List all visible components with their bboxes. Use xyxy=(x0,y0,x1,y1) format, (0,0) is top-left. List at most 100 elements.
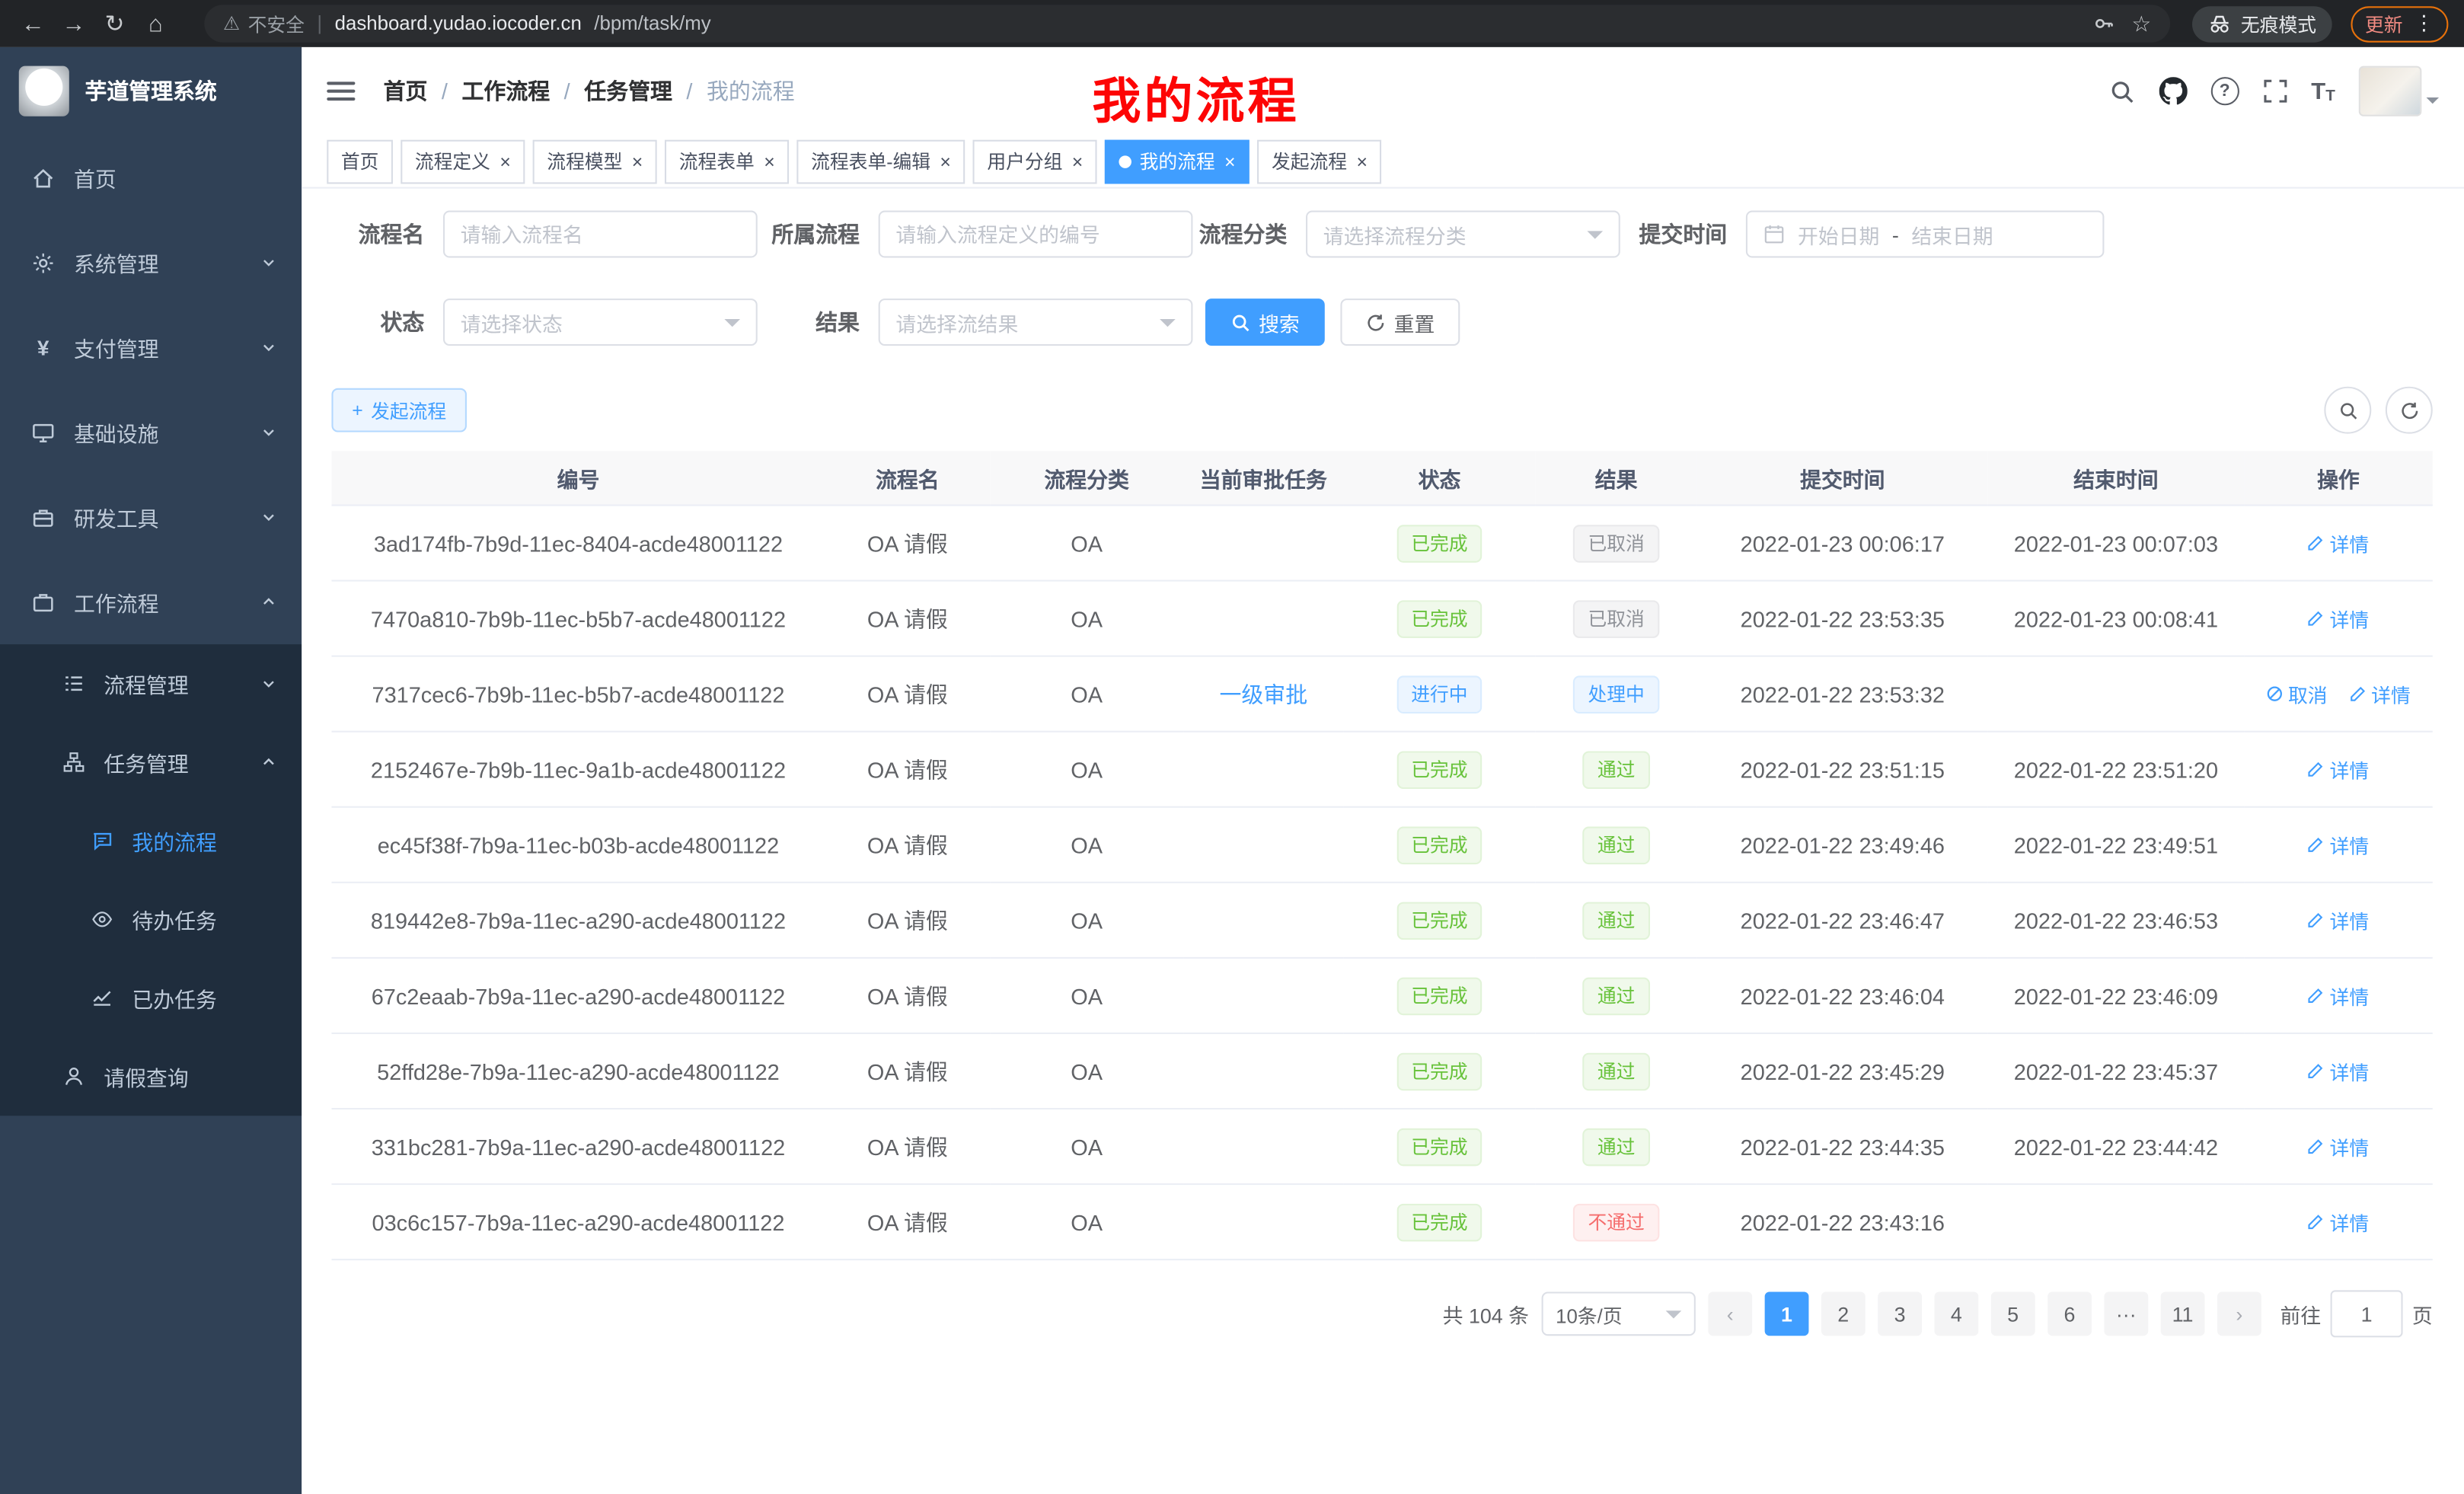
detail-link[interactable]: 详情 xyxy=(2308,981,2370,1010)
table-row: 819442e8-7b9a-11ec-a290-acde48001122 OA … xyxy=(331,883,2432,958)
browser-back-icon[interactable]: ← xyxy=(16,6,50,40)
tab-initiate-process[interactable]: 发起流程× xyxy=(1257,139,1381,184)
detail-link[interactable]: 详情 xyxy=(2308,1207,2370,1237)
key-icon[interactable] xyxy=(2094,13,2116,35)
detail-link[interactable]: 详情 xyxy=(2349,679,2411,709)
address-bar[interactable]: ⚠ 不安全 | dashboard.yudao.iocoder.cn/bpm/t… xyxy=(204,5,2170,43)
cell-id: 2152467e-7b9b-11ec-9a1b-acde48001122 xyxy=(331,732,825,807)
page-title-annotation: 我的流程 xyxy=(1092,61,1299,132)
process-name-input[interactable] xyxy=(443,211,758,258)
process-def-input[interactable] xyxy=(879,211,1193,258)
browser-home-icon[interactable]: ⌂ xyxy=(139,6,173,40)
detail-link[interactable]: 详情 xyxy=(2308,905,2370,935)
cell-end-time: 2022-01-23 00:08:41 xyxy=(1988,581,2244,656)
page-button-5[interactable]: 5 xyxy=(1991,1291,2035,1336)
search-icon[interactable] xyxy=(2108,78,2135,104)
chevron-up-icon xyxy=(261,594,277,610)
user-menu[interactable] xyxy=(2359,66,2439,117)
close-icon[interactable]: × xyxy=(1356,152,1367,171)
sidebar-item-leave-query[interactable]: 请假查询 xyxy=(0,1037,302,1116)
goto-page-input[interactable] xyxy=(2331,1290,2403,1337)
close-icon[interactable]: × xyxy=(632,152,643,171)
cell-category: OA xyxy=(990,732,1183,807)
cancel-link[interactable]: 取消 xyxy=(2266,679,2328,709)
initiate-process-button[interactable]: + 发起流程 xyxy=(331,388,467,433)
sidebar-item-todo-tasks[interactable]: 待办任务 xyxy=(0,880,302,959)
result-badge: 通过 xyxy=(1583,1128,1649,1166)
page-button-3[interactable]: 3 xyxy=(1878,1291,1922,1336)
avatar[interactable] xyxy=(2359,66,2422,117)
cell-result: 已取消 xyxy=(1535,506,1697,581)
close-icon[interactable]: × xyxy=(500,152,510,171)
tab-process-model[interactable]: 流程模型× xyxy=(533,139,657,184)
detail-link[interactable]: 详情 xyxy=(2308,1132,2370,1161)
tab-user-group[interactable]: 用户分组× xyxy=(973,139,1097,184)
category-select[interactable]: 请选择流程分类 xyxy=(1306,211,1620,258)
page-size-select[interactable]: 10条/页 xyxy=(1542,1291,1696,1336)
submit-time-range-picker[interactable]: 开始日期 - 结束日期 xyxy=(1746,211,2105,258)
detail-link[interactable]: 详情 xyxy=(2308,603,2370,633)
page-button-6[interactable]: 6 xyxy=(2047,1291,2092,1336)
breadcrumb-workflow[interactable]: 工作流程 xyxy=(462,75,551,107)
close-icon[interactable]: × xyxy=(940,152,950,171)
browser-reload-icon[interactable]: ↻ xyxy=(97,6,132,40)
sidebar-item-home[interactable]: 首页 xyxy=(0,135,302,219)
browser-menu-kebab-icon[interactable]: ⋮ xyxy=(2414,11,2434,36)
tab-home[interactable]: 首页 xyxy=(327,139,393,184)
page-button-11[interactable]: 11 xyxy=(2161,1291,2205,1336)
close-icon[interactable]: × xyxy=(1224,152,1235,171)
tab-my-process-active[interactable]: 我的流程× xyxy=(1105,139,1250,184)
status-select[interactable]: 请选择状态 xyxy=(443,298,758,346)
edit-icon xyxy=(2308,1062,2325,1080)
page-button-4[interactable]: 4 xyxy=(1934,1291,1978,1336)
detail-link[interactable]: 详情 xyxy=(2308,1056,2370,1086)
select-caret-icon xyxy=(724,318,740,334)
refresh-table-button[interactable] xyxy=(2386,387,2433,434)
sidebar-item-my-process[interactable]: 我的流程 xyxy=(0,802,302,880)
not-secure-warning[interactable]: ⚠ 不安全 xyxy=(223,10,305,37)
detail-link[interactable]: 详情 xyxy=(2308,830,2370,860)
page-button-2[interactable]: 2 xyxy=(1821,1291,1866,1336)
prev-page-button[interactable]: ‹ xyxy=(1708,1291,1752,1336)
cell-end-time: 2022-01-22 23:49:51 xyxy=(1988,807,2244,883)
github-icon[interactable] xyxy=(2159,77,2187,105)
page-ellipsis[interactable]: ··· xyxy=(2104,1291,2148,1336)
fullscreen-icon[interactable] xyxy=(2262,78,2287,104)
cell-category: OA xyxy=(990,506,1183,581)
sidebar-toggle-icon[interactable] xyxy=(327,81,355,101)
detail-link[interactable]: 详情 xyxy=(2308,755,2370,784)
tab-process-form[interactable]: 流程表单× xyxy=(665,139,789,184)
sidebar-item-system[interactable]: 系统管理 xyxy=(0,220,302,305)
tab-process-definition[interactable]: 流程定义× xyxy=(401,139,525,184)
breadcrumb-home[interactable]: 首页 xyxy=(384,75,428,107)
search-button[interactable]: 搜索 xyxy=(1205,298,1325,346)
current-task-link[interactable]: 一级审批 xyxy=(1220,678,1308,710)
browser-update-button[interactable]: 更新 ⋮ xyxy=(2351,5,2448,41)
cell-actions: 取消 详情 xyxy=(2244,656,2433,732)
close-icon[interactable]: × xyxy=(764,152,774,171)
sidebar-item-workflow[interactable]: 工作流程 xyxy=(0,560,302,644)
result-select[interactable]: 请选择流结果 xyxy=(879,298,1193,346)
help-icon[interactable]: ? xyxy=(2210,77,2239,105)
cell-actions: 详情 xyxy=(2244,1184,2433,1259)
sidebar-item-task-management[interactable]: 任务管理 xyxy=(0,723,302,801)
next-page-button[interactable]: › xyxy=(2217,1291,2261,1336)
sidebar-item-infrastructure[interactable]: 基础设施 xyxy=(0,390,302,474)
sidebar-item-process-management[interactable]: 流程管理 xyxy=(0,644,302,723)
page-button-1[interactable]: 1 xyxy=(1765,1291,1809,1336)
result-badge: 通过 xyxy=(1583,902,1649,940)
font-size-icon[interactable]: TT xyxy=(2311,78,2335,104)
breadcrumb-task-management[interactable]: 任务管理 xyxy=(584,75,672,107)
tab-process-form-edit[interactable]: 流程表单-编辑× xyxy=(797,139,965,184)
sidebar-item-done-tasks[interactable]: 已办任务 xyxy=(0,959,302,1037)
browser-forward-icon[interactable]: → xyxy=(56,6,91,40)
sidebar-item-payment[interactable]: ¥ 支付管理 xyxy=(0,305,302,389)
bookmark-star-icon[interactable]: ☆ xyxy=(2131,10,2151,37)
close-icon[interactable]: × xyxy=(1072,152,1083,171)
toggle-search-button[interactable] xyxy=(2324,387,2371,434)
detail-link[interactable]: 详情 xyxy=(2308,528,2370,557)
reset-button[interactable]: 重置 xyxy=(1340,298,1460,346)
sidebar-item-dev-tools[interactable]: 研发工具 xyxy=(0,474,302,559)
cell-end-time: 2022-01-23 00:07:03 xyxy=(1988,506,2244,581)
app-logo[interactable]: 芋道管理系统 xyxy=(0,47,302,136)
